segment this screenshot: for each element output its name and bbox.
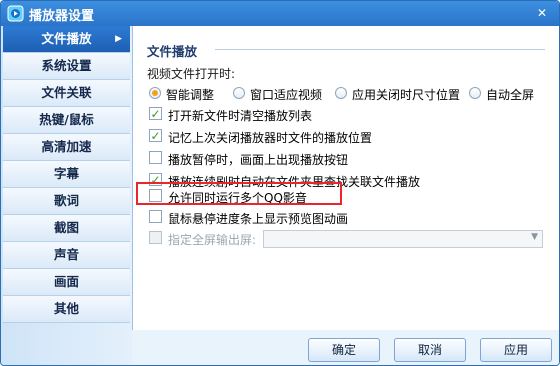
sidebar-item-hd-acceleration[interactable]: 高清加速 [3, 134, 130, 161]
sidebar-item-lyrics[interactable]: 歌词 [3, 188, 130, 215]
radio-dot [469, 87, 481, 99]
sidebar-item-file-association[interactable]: 文件关联 [3, 80, 130, 107]
checkbox-box [149, 151, 162, 164]
radio-dot [149, 87, 161, 99]
sidebar-item-other[interactable]: 其他 [3, 296, 130, 323]
radio-dot [233, 87, 245, 99]
sidebar-item-hotkeys[interactable]: 热键/鼠标 [3, 107, 130, 134]
section-title: 文件播放 [147, 44, 198, 59]
sidebar-item-label: 歌词 [53, 193, 79, 208]
close-icon[interactable]: ✕ [533, 4, 551, 22]
chevron-right-icon: ▶ [115, 34, 122, 44]
window-title: 播放器设置 [29, 9, 95, 24]
settings-panel: 文件播放 视频文件打开时: 智能调整 窗口适应视频 应用关闭时尺寸位置 自动全屏… [133, 26, 559, 330]
highlight-box [136, 182, 342, 205]
sidebar-item-label: 系统设置 [41, 58, 92, 73]
sidebar-item-system[interactable]: 系统设置 [3, 53, 130, 80]
checkbox-box [149, 231, 162, 244]
sidebar-item-label: 热键/鼠标 [39, 112, 94, 127]
sidebar-item-label: 文件关联 [41, 85, 92, 100]
checkmark-icon: ✓ [149, 129, 162, 143]
sidebar-item-label: 截图 [53, 220, 79, 235]
apply-button[interactable]: 应用 [480, 338, 552, 362]
cancel-button[interactable]: 取消 [394, 338, 466, 362]
sidebar-item-label: 画面 [53, 274, 79, 289]
sidebar-item-picture[interactable]: 画面 [3, 269, 130, 296]
ok-button[interactable]: 确定 [308, 338, 380, 362]
title-bar: 播放器设置 ✕ [1, 1, 559, 26]
chevron-down-icon: ▼ [531, 232, 538, 242]
open-mode-label: 视频文件打开时: [147, 67, 236, 81]
app-icon [7, 5, 24, 22]
sidebar-item-label: 高清加速 [41, 139, 92, 154]
section-divider [215, 49, 545, 50]
radio-dot [335, 87, 347, 99]
sidebar-item-subtitles[interactable]: 字幕 [3, 161, 130, 188]
sidebar-item-label: 文件播放 [41, 31, 92, 46]
settings-window: 播放器设置 ✕ 文件播放 ▶ 系统设置 文件关联 热键/鼠标 高清加速 字幕 歌… [0, 0, 560, 366]
dialog-footer: 确定 取消 应用 [132, 330, 559, 365]
sidebar: 文件播放 ▶ 系统设置 文件关联 热键/鼠标 高清加速 字幕 歌词 截图 声音 … [1, 26, 133, 365]
sidebar-item-audio[interactable]: 声音 [3, 242, 130, 269]
sidebar-item-screenshot[interactable]: 截图 [3, 215, 130, 242]
fullscreen-output-select[interactable]: ▼ [263, 230, 543, 248]
sidebar-item-label: 字幕 [53, 166, 79, 181]
sidebar-item-label: 其他 [53, 301, 79, 316]
checkmark-icon: ✓ [149, 107, 162, 121]
sidebar-item-label: 声音 [53, 247, 79, 262]
sidebar-item-file-playback[interactable]: 文件播放 ▶ [3, 26, 130, 53]
checkbox-box [149, 210, 162, 223]
